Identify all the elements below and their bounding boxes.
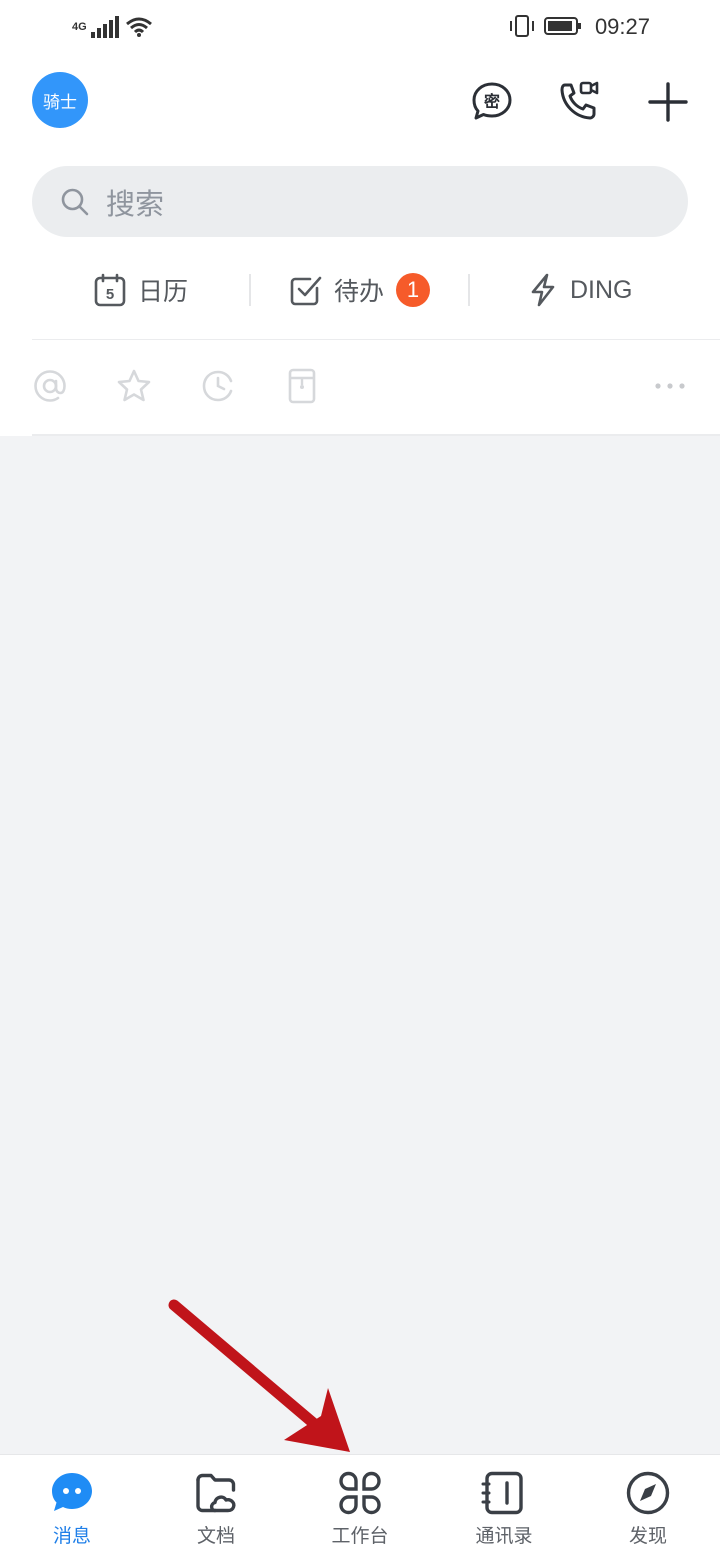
tab-docs[interactable]: 文档 [156,1455,276,1560]
clock-icon [202,370,233,402]
at-icon [34,370,66,402]
workbench-icon [339,1471,381,1515]
clock-time: 09:27 [594,14,650,39]
tab-label: 消息 [52,1525,91,1547]
bookmark-icon [288,368,316,404]
lightning-icon [531,273,555,307]
conversation-list-area [0,436,720,1454]
search-bar[interactable]: 搜索 [32,166,688,237]
tab-label: 发现 [628,1525,667,1547]
secret-chat-icon: 密 [472,82,512,120]
calendar-icon-number: 5 [106,286,114,303]
todo-check-icon [290,276,322,306]
divider [249,274,251,306]
plus-icon [648,82,688,122]
filter-row [0,340,720,435]
signal-bars-icon [90,16,119,38]
network-type: 4G [72,21,87,33]
search-icon [61,188,89,215]
more-filters-button[interactable] [652,368,688,404]
add-button[interactable] [644,76,692,128]
compass-icon [626,1471,670,1515]
phone-video-icon [560,81,599,120]
ding-shortcut[interactable]: DING [528,258,633,322]
mentions-filter[interactable] [32,368,68,404]
calendar-icon: 5 [94,273,126,307]
later-filter[interactable] [200,368,236,404]
status-bar: 4G 09:27 [0,0,720,56]
avatar[interactable]: 骑士 [32,72,88,128]
ding-label: DING [570,275,633,304]
wifi-icon [125,17,152,37]
starred-filter[interactable] [116,368,152,404]
signal-area: 4G [72,14,153,40]
saved-filter[interactable] [284,368,320,404]
message-icon [52,1473,92,1511]
search-placeholder: 搜索 [106,186,165,221]
docs-folder-icon [196,1473,236,1513]
calendar-label: 日历 [138,277,189,306]
todo-label: 待办 [334,277,385,306]
more-icon [655,383,685,389]
secret-chat-button[interactable]: 密 [468,76,516,128]
todo-shortcut[interactable]: 待办 1 [290,258,431,322]
svg-text:密: 密 [483,92,500,111]
tab-label: 文档 [196,1525,235,1547]
tab-label: 工作台 [331,1525,389,1547]
calendar-shortcut[interactable]: 5 日历 [94,258,188,322]
tab-label: 通讯录 [475,1525,533,1547]
tab-messages[interactable]: 消息 [12,1455,132,1560]
status-icons [508,14,582,38]
tab-contacts[interactable]: 通讯录 [444,1455,564,1560]
todo-count-badge: 1 [396,273,431,307]
star-icon [117,369,151,402]
tab-discover[interactable]: 发现 [588,1455,708,1560]
contacts-icon [481,1471,523,1515]
battery-icon [544,17,581,35]
tab-workbench[interactable]: 工作台 [300,1455,420,1560]
vibrate-icon [510,15,534,37]
quick-actions-row: 5 日历 待办 1 DING [32,258,720,322]
bottom-tab-bar: 消息 文档 工作台 通讯录 发现 [0,1454,720,1560]
divider [468,274,470,306]
call-button[interactable] [554,76,602,128]
